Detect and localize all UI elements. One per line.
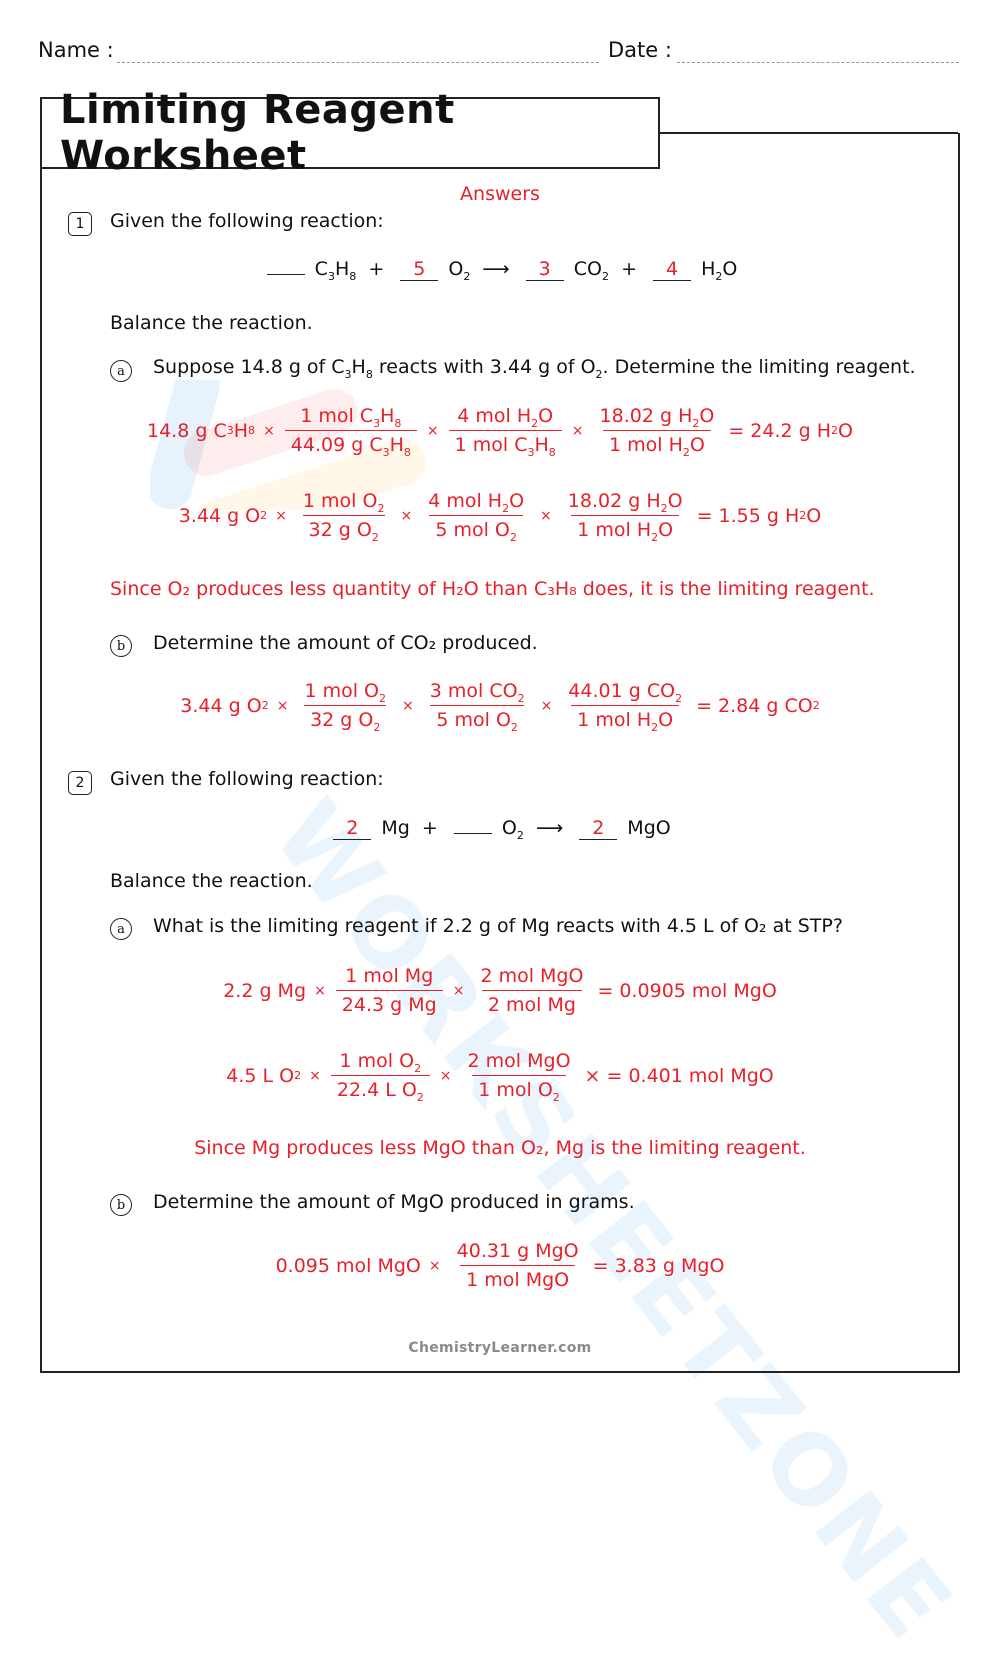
q1a-conclusion: Since O₂ produces less quantity of H₂O t… — [110, 578, 875, 600]
name-label: Name : — [38, 38, 114, 62]
q1b-calc: 3.44 g O2 × 1 mol O2 32 g O2 × 3 mol CO2 5… — [180, 680, 820, 734]
q2-instruction: Balance the reaction. — [110, 870, 313, 892]
q1a-marker: a — [110, 360, 132, 382]
q2-coef-o2[interactable] — [453, 833, 492, 834]
q1a-calc-1: 14.8 g C3H8 × 1 mol C3H8 44.09 g C3H8 × 4… — [147, 405, 853, 459]
q2a-calc-1: 2.2 g Mg × 1 mol Mg 24.3 g Mg × 2 mol MgO… — [223, 965, 777, 1016]
q1-coef-c3h8[interactable] — [266, 274, 305, 275]
q2-coef-mgo[interactable]: 2 — [579, 817, 618, 840]
answers-label: Answers — [460, 183, 540, 205]
q2a-conclusion: Since Mg produces less MgO than O₂, Mg i… — [194, 1137, 806, 1159]
q1-reaction: C3H8 + 5 O2 ⟶ 3 CO2 + 4 H2O — [0, 258, 1000, 282]
q1b-marker: b — [110, 635, 132, 657]
q1a-calc-2: 3.44 g O2 × 1 mol O2 32 g O2 × 4 mol H2O 5… — [178, 490, 822, 544]
question-number-2: 2 — [68, 771, 92, 795]
q1-instruction: Balance the reaction. — [110, 312, 313, 334]
title-box: Limiting Reagent Worksheet — [40, 87, 660, 179]
q2a-marker: a — [110, 918, 132, 940]
q1-prompt: Given the following reaction: — [110, 210, 384, 232]
q2-coef-mg[interactable]: 2 — [333, 817, 372, 840]
q2-reaction: 2 Mg + O2 ⟶ 2 MgO — [0, 817, 1000, 841]
q1-coef-h2o[interactable]: 4 — [653, 258, 692, 281]
q2b-marker: b — [110, 1194, 132, 1216]
q1-coef-o2[interactable]: 5 — [400, 258, 439, 281]
q2a-calc-2: 4.5 L O2 × 1 mol O2 22.4 L O2 × 2 mol MgO… — [226, 1050, 774, 1104]
q1-coef-co2[interactable]: 3 — [525, 258, 564, 281]
q2-prompt: Given the following reaction: — [110, 768, 384, 790]
q1b-question: Determine the amount of CO₂ produced. — [153, 632, 538, 654]
name-field[interactable] — [117, 62, 599, 63]
footer-site: ChemistryLearner.com — [408, 1340, 592, 1356]
q2a-question: What is the limiting reagent if 2.2 g of… — [153, 915, 843, 937]
q2b-question: Determine the amount of MgO produced in … — [153, 1191, 635, 1213]
question-number-1: 1 — [68, 212, 92, 236]
page-title: Limiting Reagent Worksheet — [60, 87, 455, 179]
frame-top-line — [658, 132, 958, 134]
q2b-calc: 0.095 mol MgO × 40.31 g MgO 1 mol MgO = 3… — [275, 1240, 725, 1291]
date-field[interactable] — [677, 62, 959, 63]
date-label: Date : — [608, 38, 672, 62]
q1a-question: Suppose 14.8 g of C3H8 reacts with 3.44 … — [153, 356, 916, 381]
